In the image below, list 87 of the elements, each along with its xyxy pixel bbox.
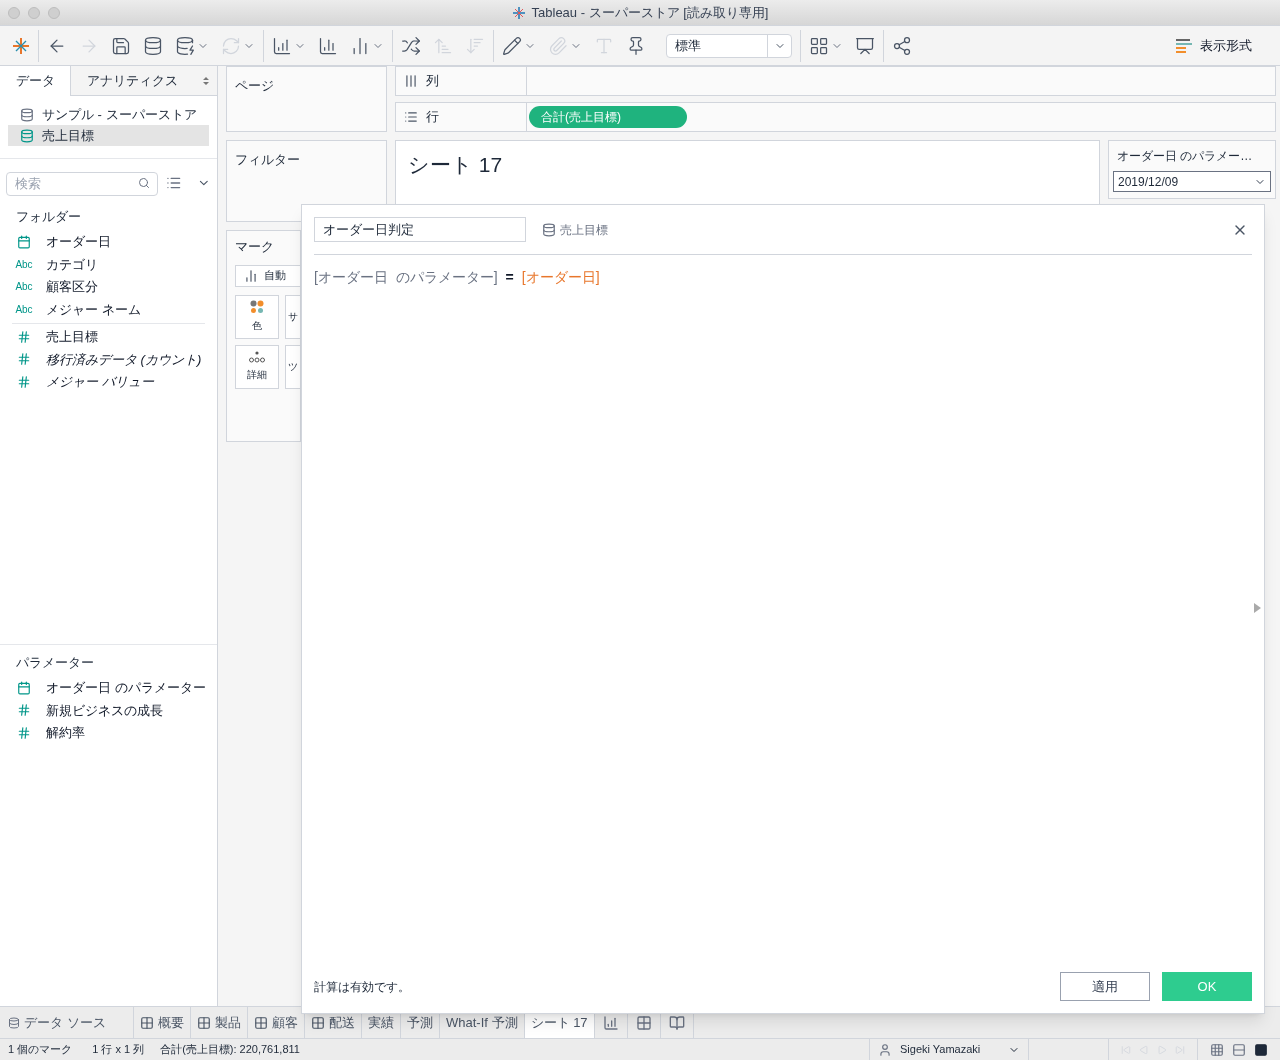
new-worksheet-icon[interactable] xyxy=(602,1014,619,1031)
status-text: 1 個のマーク xyxy=(8,1042,73,1058)
type-label: Abc xyxy=(15,257,33,272)
swap-icon[interactable] xyxy=(401,35,421,56)
pane-tab[interactable]: データ xyxy=(0,66,70,96)
user-menu[interactable]: Sigeki Yamazaki xyxy=(869,1039,1029,1060)
mark-type-select[interactable]: 自動 xyxy=(235,264,300,287)
app-logo-icon[interactable] xyxy=(12,36,30,55)
mark-card-button[interactable]: 詳細 xyxy=(235,344,279,389)
datasource-label: 売上目標 xyxy=(560,221,608,239)
validation-message: 計算は有効です。 xyxy=(314,978,410,996)
filmstrip-icon[interactable] xyxy=(1232,1042,1246,1057)
hash-icon xyxy=(17,374,31,389)
field-item[interactable]: 解約率 xyxy=(46,723,85,743)
duplicate-sheet-icon[interactable] xyxy=(318,35,338,56)
datasource-item[interactable]: サンプル - スーパーストア xyxy=(8,104,209,125)
calendar-icon xyxy=(17,680,31,695)
field-item[interactable]: カテゴリ xyxy=(46,254,98,274)
app-logo-icon xyxy=(511,5,526,20)
parameter-select[interactable]: 2019/12/09 xyxy=(1113,171,1271,192)
section-heading: フォルダー xyxy=(15,208,82,226)
format-button[interactable]: 表示形式 xyxy=(1176,35,1252,56)
pages-card: ページ xyxy=(226,66,387,132)
shelf-label: 行 xyxy=(426,108,439,127)
database-icon xyxy=(8,1016,20,1029)
formula-editor[interactable]: [オーダー日 のパラメーター] = [オーダー日] xyxy=(314,255,1252,972)
window-title: Tableau - スーパーストア [読み取り専用] xyxy=(531,3,769,22)
sheet-sorter-icon[interactable] xyxy=(1210,1042,1224,1057)
sheet-title: シート 17 xyxy=(408,153,503,176)
grid-icon xyxy=(311,1015,325,1030)
share-icon[interactable] xyxy=(892,35,912,56)
new-dashboard-icon[interactable] xyxy=(635,1014,652,1031)
calendar-icon xyxy=(17,234,31,249)
highlight-pen-icon[interactable] xyxy=(502,35,522,56)
apply-button[interactable]: 適用 xyxy=(1060,972,1150,1001)
grid-icon xyxy=(197,1015,211,1030)
detail-dots-icon xyxy=(249,351,265,363)
format-lines-icon xyxy=(1176,38,1192,53)
database-icon xyxy=(542,222,556,237)
expand-arrow-icon[interactable] xyxy=(1254,603,1261,613)
list-view-icon[interactable] xyxy=(165,175,182,191)
calc-name-field[interactable]: オーダー日判定 xyxy=(314,217,526,242)
hash-icon xyxy=(17,703,31,718)
status-text: 合計(売上目標): 220,761,811 xyxy=(160,1042,300,1058)
mark-card-button[interactable]: サ xyxy=(285,294,300,339)
mark-card-button[interactable]: 色 xyxy=(235,294,279,339)
type-label: Abc xyxy=(15,302,33,317)
parameter-card: オーダー日 のパラメー… 2019/12/09 xyxy=(1108,140,1276,199)
section-heading: パラメーター xyxy=(15,654,95,672)
field-item[interactable]: メジャー バリュー xyxy=(46,372,154,392)
field-item[interactable]: 顧客区分 xyxy=(46,277,98,297)
pane-tab[interactable]: アナリティクス xyxy=(70,66,217,96)
field-item[interactable]: 移行済みデータ (カウント) xyxy=(46,349,202,369)
paperclip-icon[interactable] xyxy=(548,35,568,56)
field-item[interactable]: 新規ビジネスの成長 xyxy=(46,700,163,720)
shelf-label: 列 xyxy=(426,72,439,91)
mark-card-button[interactable]: ツ xyxy=(285,344,300,389)
new-sheet-icon[interactable] xyxy=(272,35,292,56)
type-label: Abc xyxy=(15,280,33,295)
save-icon[interactable] xyxy=(111,35,131,56)
rows-icon xyxy=(404,110,418,124)
presentation-icon[interactable] xyxy=(855,35,875,56)
new-story-icon[interactable] xyxy=(668,1014,685,1031)
marks-card: マーク 自動 色 サ 詳細 ツ xyxy=(226,230,301,442)
status-text: 1 行 x 1 列 xyxy=(92,1042,145,1058)
new-datasource-icon[interactable] xyxy=(143,35,163,56)
columns-icon xyxy=(404,74,418,88)
datasource-item[interactable]: 売上目標 xyxy=(8,125,209,146)
field-item[interactable]: オーダー日 のパラメーター xyxy=(46,678,206,698)
normal-view-icon[interactable] xyxy=(1254,1042,1268,1057)
field-item[interactable]: 売上目標 xyxy=(46,327,98,347)
field-item[interactable]: オーダー日 xyxy=(46,232,111,252)
database-icon xyxy=(20,107,34,122)
grid-icon xyxy=(254,1015,268,1030)
user-icon xyxy=(878,1042,892,1057)
bars-icon xyxy=(244,268,258,283)
color-dots-icon xyxy=(250,300,264,314)
stepper-icon[interactable] xyxy=(203,75,209,86)
hash-icon xyxy=(17,352,31,367)
hash-icon xyxy=(17,329,31,344)
hash-icon xyxy=(17,725,31,740)
field-item[interactable]: メジャー ネーム xyxy=(46,299,141,319)
search-field[interactable]: 検索 xyxy=(6,171,158,196)
search-icon xyxy=(137,177,150,189)
fit-select[interactable]: 標準 xyxy=(666,33,792,58)
database-icon xyxy=(20,128,34,143)
grid-icon xyxy=(140,1015,154,1030)
